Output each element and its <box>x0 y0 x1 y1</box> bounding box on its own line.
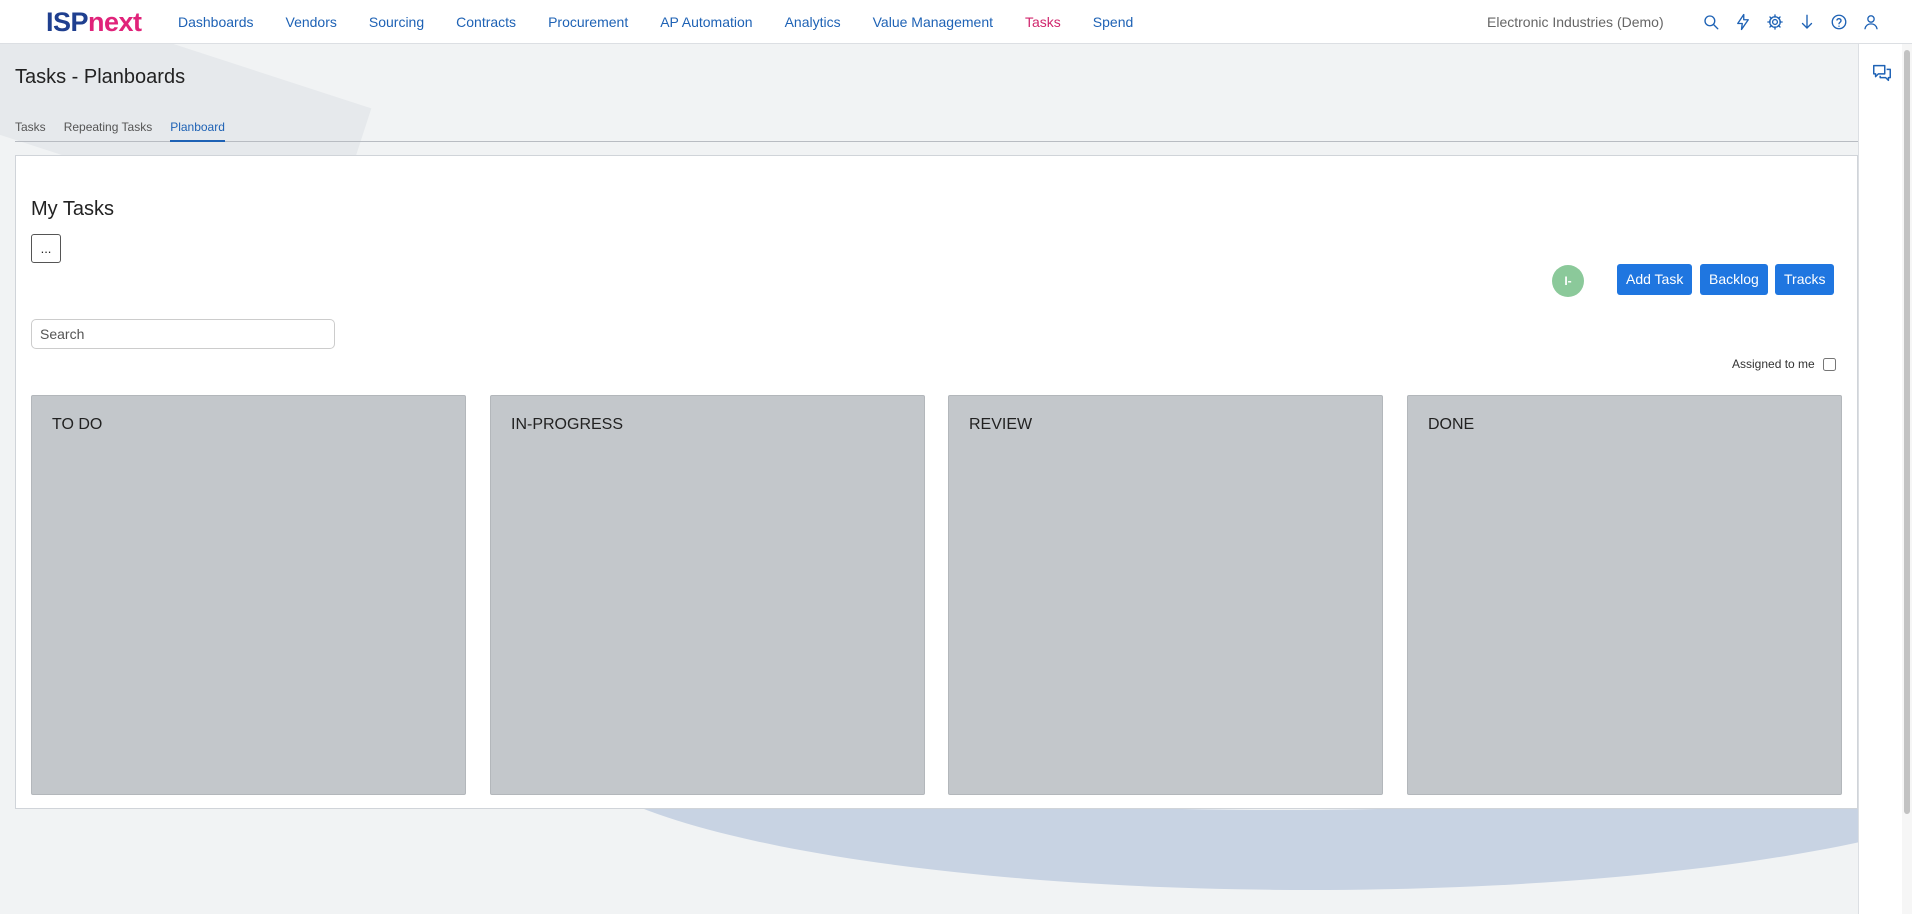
lane-done[interactable]: DONE <box>1407 395 1842 795</box>
nav-ap-automation[interactable]: AP Automation <box>660 0 752 44</box>
page-scrollbar[interactable] <box>1902 44 1912 914</box>
add-task-button[interactable]: Add Task <box>1617 264 1693 295</box>
top-navbar: ISPnext Dashboards Vendors Sourcing Cont… <box>0 0 1912 44</box>
page-title: Tasks - Planboards <box>15 66 186 88</box>
page-tabs: Tasks Repeating Tasks Planboard <box>15 118 1858 142</box>
nav-procurement[interactable]: Procurement <box>548 0 628 44</box>
brand-logo-part2: next <box>88 6 142 37</box>
lane-title: TO DO <box>52 416 103 433</box>
lane-title: IN-PROGRESS <box>511 416 624 433</box>
assigned-to-me-label: Assigned to me <box>1732 357 1815 371</box>
main-nav: Dashboards Vendors Sourcing Contracts Pr… <box>178 0 1165 44</box>
planboard-card: My Tasks ... I- Add Task Backlog Tracks … <box>15 155 1858 809</box>
assigned-to-me-checkbox[interactable] <box>1822 357 1836 371</box>
tab-planboard[interactable]: Planboard <box>170 118 225 142</box>
nav-analytics[interactable]: Analytics <box>785 0 841 44</box>
brand-logo[interactable]: ISPnext <box>46 0 178 44</box>
board-title: My Tasks <box>31 198 114 220</box>
download-icon[interactable] <box>1791 0 1823 44</box>
nav-vendors[interactable]: Vendors <box>286 0 337 44</box>
planboard-lanes: TO DO IN-PROGRESS REVIEW DONE <box>31 395 1842 795</box>
right-rail <box>1858 44 1902 914</box>
gear-icon[interactable] <box>1759 0 1791 44</box>
nav-spend[interactable]: Spend <box>1093 0 1133 44</box>
nav-dashboards[interactable]: Dashboards <box>178 0 254 44</box>
search-input[interactable] <box>31 319 335 349</box>
avatar[interactable]: I- <box>1552 265 1584 297</box>
nav-sourcing[interactable]: Sourcing <box>369 0 424 44</box>
organization-name[interactable]: Electronic Industries (Demo) <box>1487 0 1664 44</box>
nav-tasks[interactable]: Tasks <box>1025 0 1061 44</box>
lane-todo[interactable]: TO DO <box>31 395 466 795</box>
backlog-button[interactable]: Backlog <box>1700 264 1768 295</box>
lane-review[interactable]: REVIEW <box>948 395 1383 795</box>
lane-title: DONE <box>1428 416 1475 433</box>
lightning-icon[interactable] <box>1727 0 1759 44</box>
lane-title: REVIEW <box>969 416 1033 433</box>
tracks-button[interactable]: Tracks <box>1775 264 1835 295</box>
assigned-to-me-filter: Assigned to me <box>1732 357 1836 371</box>
tab-tasks[interactable]: Tasks <box>15 118 46 142</box>
nav-value-management[interactable]: Value Management <box>873 0 993 44</box>
chat-icon[interactable] <box>1871 62 1893 84</box>
brand-logo-part1: ISP <box>46 6 89 37</box>
more-options-button[interactable]: ... <box>31 234 61 263</box>
nav-contracts[interactable]: Contracts <box>456 0 516 44</box>
help-icon[interactable] <box>1823 0 1855 44</box>
tab-repeating-tasks[interactable]: Repeating Tasks <box>64 118 153 142</box>
lane-in-progress[interactable]: IN-PROGRESS <box>490 395 925 795</box>
scrollbar-thumb[interactable] <box>1904 50 1910 814</box>
top-icon-group <box>1695 0 1887 44</box>
user-icon[interactable] <box>1855 0 1887 44</box>
page-root: ISPnext Dashboards Vendors Sourcing Cont… <box>0 0 1912 914</box>
search-icon[interactable] <box>1695 0 1727 44</box>
